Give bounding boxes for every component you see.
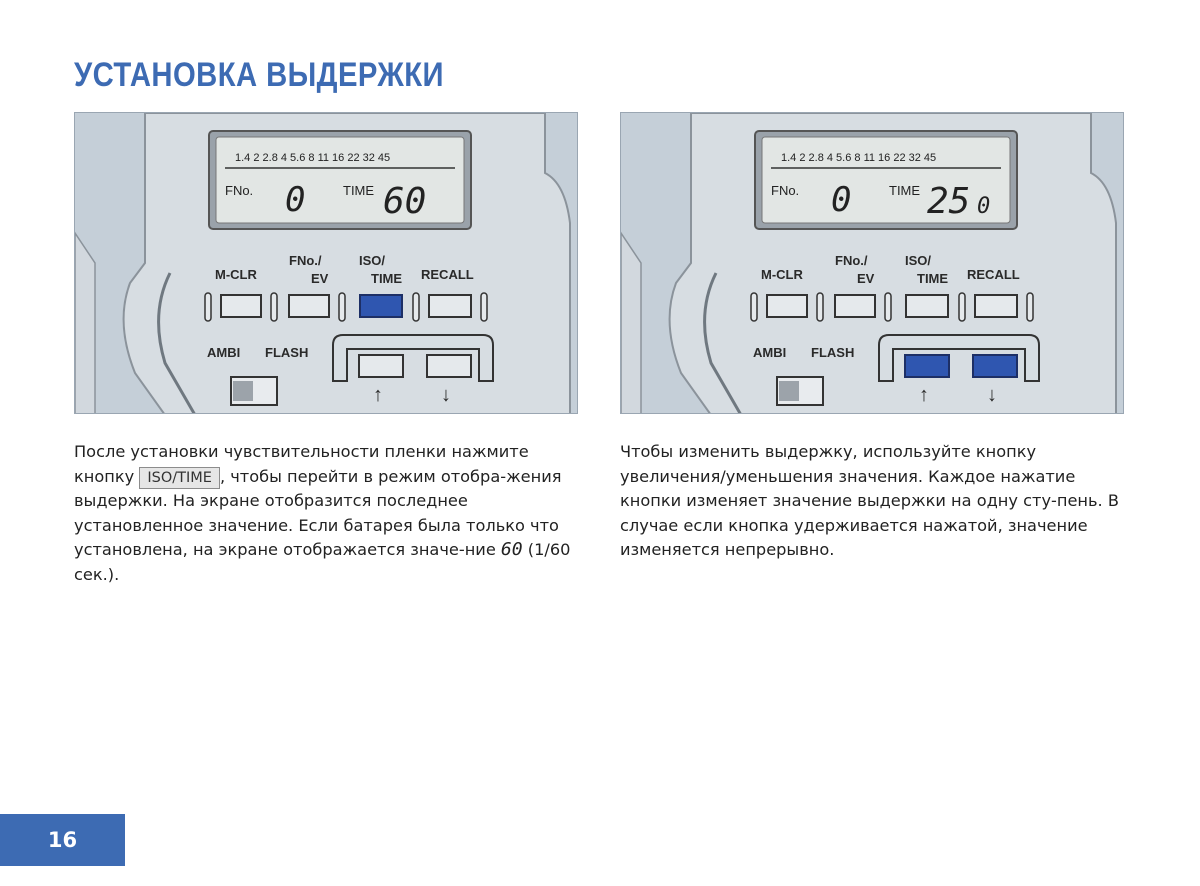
time-suffix: 0 [977,194,990,219]
mclr-button[interactable] [766,294,808,318]
fno-ev-label-bottom: EV [857,271,875,286]
mclr-button[interactable] [220,294,262,318]
time-value: 60 [383,181,426,222]
iso-label-bottom: TIME [917,271,948,286]
display-value-inline: 60 [500,539,523,560]
light-meter-drawing: 1.4 2 2.8 4 5.6 8 11 16 22 32 45 FNo. 0 … [75,113,577,413]
light-meter-illustration-up-down: 1.4 2 2.8 4 5.6 8 11 16 22 32 45 FNo. 0 … [620,112,1124,414]
light-meter-drawing: 1.4 2 2.8 4 5.6 8 11 16 22 32 45 FNo. 0 … [621,113,1123,413]
light-meter-illustration-iso-time: 1.4 2 2.8 4 5.6 8 11 16 22 32 45 FNo. 0 … [74,112,578,414]
iso-label-top: ISO/ [905,253,931,268]
iso-label-bottom: TIME [371,271,402,286]
flash-label: FLASH [265,345,308,360]
fno-label: FNo. [225,183,253,198]
fstop-scale: 1.4 2 2.8 4 5.6 8 11 16 22 32 45 [235,152,390,164]
fno-ev-button[interactable] [834,294,876,318]
iso-time-button[interactable] [905,294,949,318]
mclr-label: M-CLR [215,267,257,282]
fno-value: 0 [285,180,305,220]
fno-label: FNo. [771,183,799,198]
recall-button[interactable] [428,294,472,318]
iso-label-top: ISO/ [359,253,385,268]
up-button[interactable] [358,354,404,378]
up-arrow-icon: ↑ [919,384,929,406]
down-button[interactable] [426,354,472,378]
recall-label: RECALL [421,267,474,282]
fno-ev-label-top: FNo./ [835,253,868,268]
down-button[interactable] [972,354,1018,378]
ambi-label: AMBI [753,345,786,360]
right-paragraph: Чтобы изменить выдержку, используйте кно… [620,442,1119,559]
iso-time-button[interactable] [359,294,403,318]
mclr-label: M-CLR [761,267,803,282]
fno-ev-label-top: FNo./ [289,253,322,268]
up-button[interactable] [904,354,950,378]
time-value: 25 [927,181,970,222]
flash-label: FLASH [811,345,854,360]
fno-value: 0 [831,180,851,220]
fno-ev-button[interactable] [288,294,330,318]
recall-button[interactable] [974,294,1018,318]
down-arrow-icon: ↓ [441,384,451,406]
page-number: 16 [0,814,125,866]
down-arrow-icon: ↓ [987,384,997,406]
fstop-scale: 1.4 2 2.8 4 5.6 8 11 16 22 32 45 [781,152,936,164]
page-title: УСТАНОВКА ВЫДЕРЖКИ [74,56,445,94]
time-label: TIME [889,183,920,198]
time-label: TIME [343,183,374,198]
iso-time-key-label: ISO/TIME [139,466,220,489]
ambi-label: AMBI [207,345,240,360]
recall-label: RECALL [967,267,1020,282]
up-arrow-icon: ↑ [373,384,383,406]
left-paragraph: После установки чувствительности пленки … [74,440,574,587]
fno-ev-label-bottom: EV [311,271,329,286]
